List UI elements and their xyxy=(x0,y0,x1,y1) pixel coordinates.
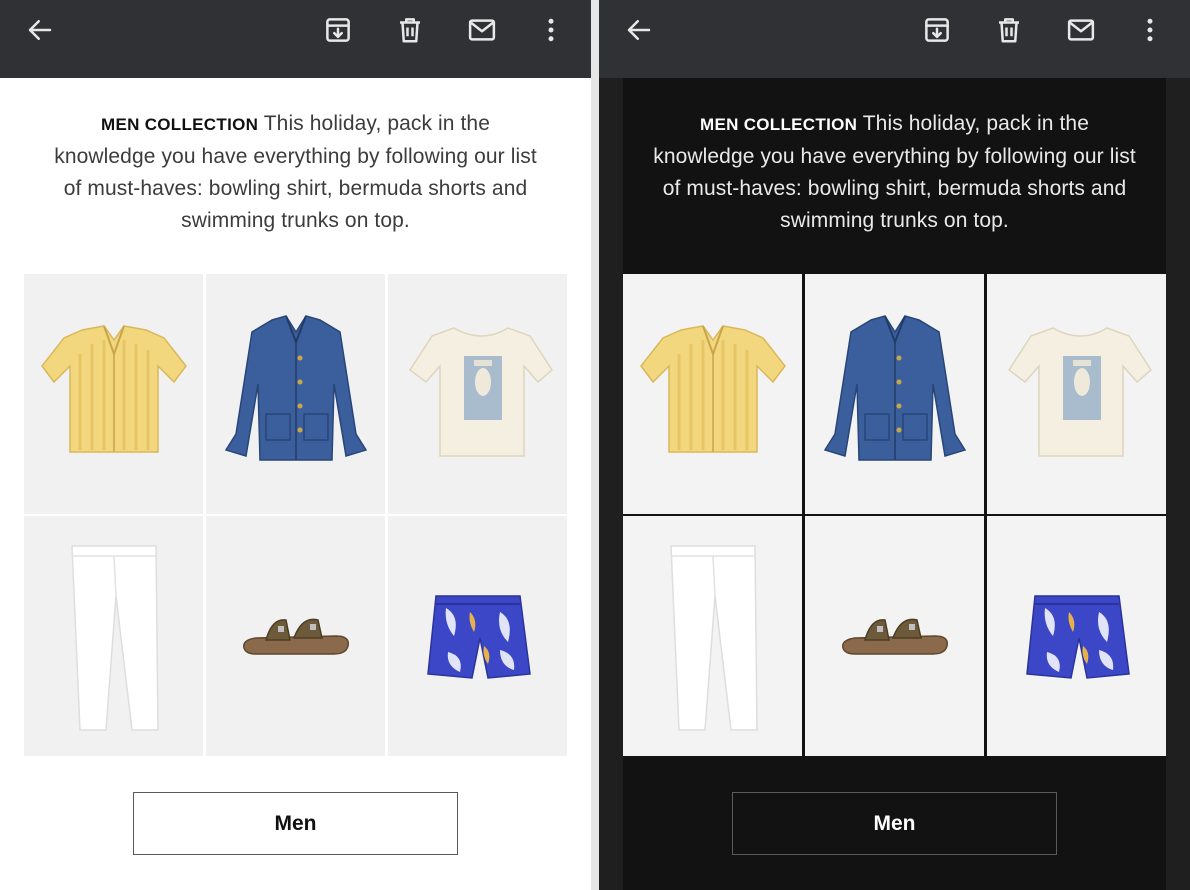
product-tile-shirt[interactable] xyxy=(24,274,203,514)
swim-trunks-icon xyxy=(1026,595,1130,679)
denim-jacket-icon xyxy=(224,315,368,461)
product-tile-sandal[interactable] xyxy=(206,516,385,756)
product-grid xyxy=(24,274,567,756)
back-button[interactable] xyxy=(619,10,659,50)
product-tile-sandal[interactable] xyxy=(805,516,984,756)
archive-button[interactable] xyxy=(917,10,957,50)
more-options-button[interactable] xyxy=(1130,10,1170,50)
archive-icon xyxy=(925,18,949,42)
trash-icon xyxy=(999,18,1019,43)
yellow-shirt-icon xyxy=(41,325,187,453)
intro-paragraph: MEN COLLECTION This holiday, pack in the… xyxy=(653,108,1136,237)
men-button[interactable]: Men xyxy=(133,792,458,855)
envelope-icon xyxy=(1067,19,1095,41)
archive-icon xyxy=(326,18,350,42)
men-button[interactable]: Men xyxy=(732,792,1057,855)
collection-title: MEN COLLECTION xyxy=(101,115,259,134)
archive-button[interactable] xyxy=(318,10,358,50)
product-tile-tshirt[interactable] xyxy=(987,274,1166,514)
intro-paragraph: MEN COLLECTION This holiday, pack in the… xyxy=(54,108,537,237)
yellow-shirt-icon xyxy=(640,325,786,453)
printed-tshirt-icon xyxy=(408,327,553,457)
mark-unread-button[interactable] xyxy=(462,10,502,50)
white-trousers-icon xyxy=(670,545,758,731)
sandal-icon xyxy=(842,618,948,655)
envelope-icon xyxy=(468,19,496,41)
email-view-light: MEN COLLECTION This holiday, pack in the… xyxy=(0,0,591,890)
email-body: MEN COLLECTION This holiday, pack in the… xyxy=(24,78,567,890)
product-tile-tshirt[interactable] xyxy=(388,274,567,514)
swim-trunks-icon xyxy=(427,595,531,679)
collection-title: MEN COLLECTION xyxy=(700,115,858,134)
sandal-icon xyxy=(243,618,349,655)
delete-button[interactable] xyxy=(390,10,430,50)
more-vertical-icon xyxy=(548,18,554,42)
product-tile-trousers[interactable] xyxy=(623,516,802,756)
delete-button[interactable] xyxy=(989,10,1029,50)
arrow-left-icon xyxy=(627,20,651,40)
printed-tshirt-icon xyxy=(1007,327,1152,457)
email-view-dark: MEN COLLECTION This holiday, pack in the… xyxy=(599,0,1190,890)
top-app-bar xyxy=(599,0,1190,78)
email-body: MEN COLLECTION This holiday, pack in the… xyxy=(623,78,1166,890)
more-options-button[interactable] xyxy=(531,10,571,50)
product-tile-swim-trunks[interactable] xyxy=(388,516,567,756)
top-app-bar xyxy=(0,0,591,78)
product-tile-jacket[interactable] xyxy=(805,274,984,514)
product-tile-shirt[interactable] xyxy=(623,274,802,514)
product-tile-trousers[interactable] xyxy=(24,516,203,756)
white-trousers-icon xyxy=(71,545,159,731)
product-tile-jacket[interactable] xyxy=(206,274,385,514)
back-button[interactable] xyxy=(20,10,60,50)
product-tile-swim-trunks[interactable] xyxy=(987,516,1166,756)
product-grid xyxy=(623,274,1166,756)
more-vertical-icon xyxy=(1147,18,1153,42)
trash-icon xyxy=(400,18,420,43)
mark-unread-button[interactable] xyxy=(1061,10,1101,50)
denim-jacket-icon xyxy=(823,315,967,461)
arrow-left-icon xyxy=(28,20,52,40)
